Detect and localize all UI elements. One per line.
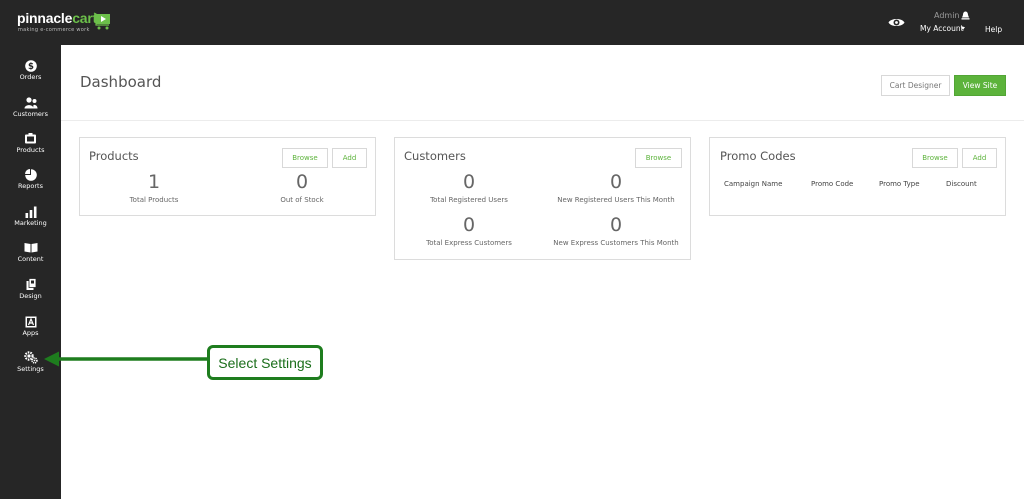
sidebar-item-design[interactable]: Design — [0, 278, 61, 312]
gears-icon — [23, 351, 38, 364]
bar-chart-icon — [23, 205, 38, 218]
customers-card: Customers Browse 0 Total Registered User… — [394, 137, 691, 260]
sidebar-item-label: Content — [17, 255, 44, 263]
top-bar: pinnaclecart making e-commerce work Admi… — [0, 0, 1024, 45]
new-express-customers-label: New Express Customers This Month — [553, 239, 679, 247]
annotation-arrow — [44, 351, 208, 367]
total-express-customers-label: Total Express Customers — [426, 239, 512, 247]
promo-codes-card-title: Promo Codes — [720, 149, 796, 163]
total-registered-users-value: 0 — [462, 171, 476, 193]
sidebar-item-label: Products — [16, 146, 45, 154]
column-header-promo-type: Promo Type — [879, 180, 920, 188]
out-of-stock-value: 0 — [295, 171, 309, 193]
book-icon — [23, 241, 38, 254]
new-registered-users-label: New Registered Users This Month — [557, 196, 675, 204]
products-card-title: Products — [89, 149, 139, 163]
customers-card-title: Customers — [404, 149, 466, 163]
admin-username: Admin — [934, 11, 960, 20]
total-registered-users-label: Total Registered Users — [430, 196, 508, 204]
column-header-discount: Discount — [946, 180, 977, 188]
promo-codes-card: Promo Codes Browse Add Campaign Name Pro… — [709, 137, 1006, 216]
sidebar-item-label: Reports — [18, 182, 43, 190]
new-registered-users-value: 0 — [609, 171, 623, 193]
sidebar-item-label: Design — [19, 292, 42, 300]
promo-add-button[interactable]: Add — [962, 148, 997, 168]
out-of-stock-label: Out of Stock — [280, 196, 324, 204]
sidebar-item-orders[interactable]: $ Orders — [0, 59, 61, 93]
customers-browse-button[interactable]: Browse — [635, 148, 682, 168]
column-header-promo-code: Promo Code — [811, 180, 854, 188]
logo-wordmark: pinnaclecart — [17, 10, 98, 26]
bell-icon[interactable] — [961, 11, 970, 20]
products-card: Products Browse Add 1 Total Products 0 O… — [79, 137, 376, 216]
svg-text:$: $ — [28, 62, 34, 72]
promo-browse-button[interactable]: Browse — [912, 148, 958, 168]
total-products-label: Total Products — [129, 196, 179, 204]
sidebar-item-apps[interactable]: Apps — [0, 315, 61, 349]
view-site-button[interactable]: View Site — [954, 75, 1006, 96]
pie-chart-icon — [23, 168, 38, 181]
cart-logo-icon — [93, 12, 110, 30]
help-link[interactable]: Help — [985, 25, 1002, 34]
apps-icon — [23, 315, 38, 328]
cart-designer-button[interactable]: Cart Designer — [881, 75, 950, 96]
products-browse-button[interactable]: Browse — [282, 148, 328, 168]
my-account-menu[interactable]: My Account — [920, 24, 964, 33]
sidebar-item-marketing[interactable]: Marketing — [0, 205, 61, 239]
page-title: Dashboard — [80, 73, 162, 91]
select-settings-callout: Select Settings — [207, 345, 323, 380]
logo-tagline: making e-commerce work — [18, 27, 90, 33]
pinnaclecart-logo[interactable]: pinnaclecart making e-commerce work — [17, 10, 117, 36]
products-add-button[interactable]: Add — [332, 148, 367, 168]
design-icon — [23, 278, 38, 291]
column-header-campaign-name: Campaign Name — [724, 180, 783, 188]
chevron-down-icon[interactable] — [961, 27, 965, 30]
eye-icon[interactable] — [888, 17, 905, 28]
sidebar-item-label: Marketing — [14, 219, 47, 227]
total-express-customers-value: 0 — [462, 214, 476, 236]
users-icon — [23, 96, 38, 109]
sidebar-item-label: Orders — [19, 73, 42, 81]
sidebar-item-customers[interactable]: Customers — [0, 96, 61, 130]
sidebar-item-label: Apps — [22, 329, 39, 337]
sidebar-item-products[interactable]: Products — [0, 132, 61, 166]
sidebar-item-content[interactable]: Content — [0, 241, 61, 275]
header-divider — [61, 120, 1024, 121]
dollar-icon: $ — [23, 59, 38, 72]
total-products-value: 1 — [147, 171, 161, 193]
sidebar: $ Orders Customers Products Reports Mark… — [0, 45, 61, 499]
products-icon — [23, 132, 38, 145]
sidebar-item-reports[interactable]: Reports — [0, 168, 61, 202]
sidebar-item-label: Customers — [13, 110, 48, 118]
new-express-customers-value: 0 — [609, 214, 623, 236]
